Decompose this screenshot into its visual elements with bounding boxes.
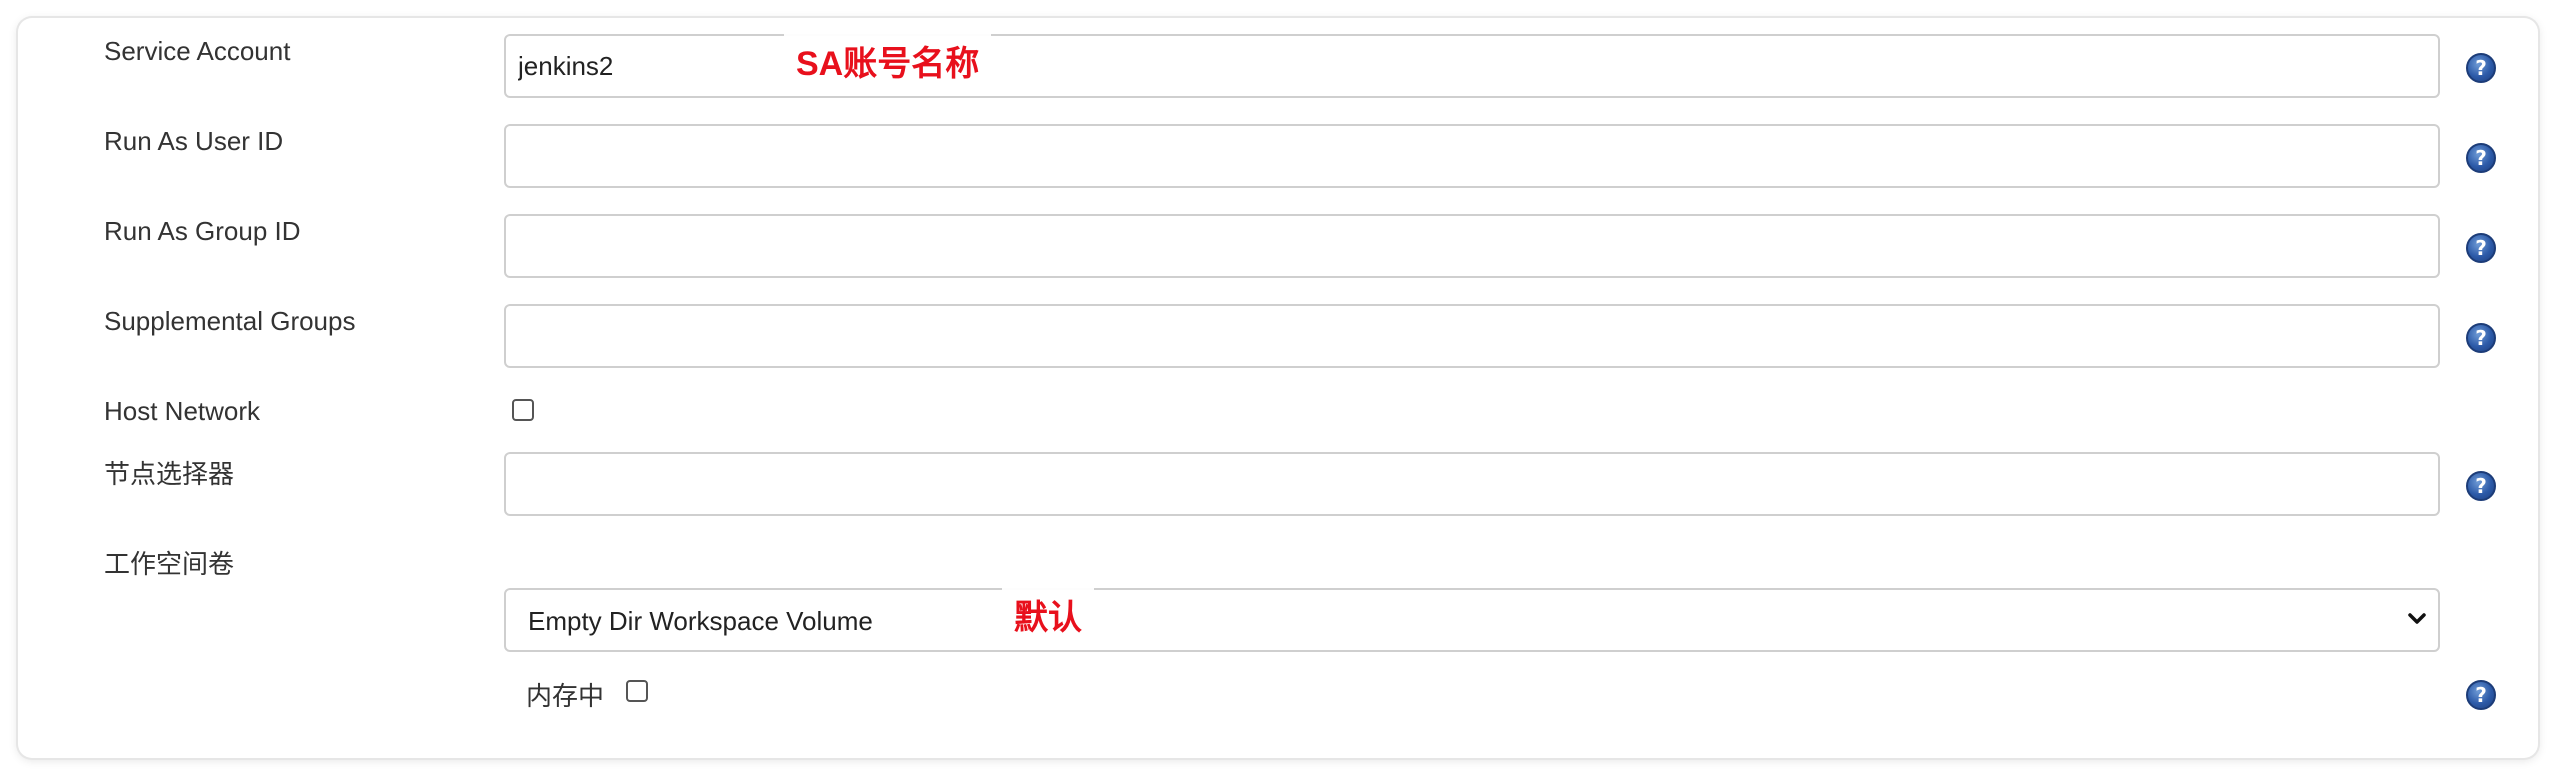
- settings-panel: Service Account SA账号名称 ? Run As User ID …: [18, 18, 2538, 758]
- run-as-user-id-input[interactable]: [504, 124, 2440, 188]
- in-memory-label: 内存中: [526, 681, 605, 711]
- service-account-annotation: SA账号名称: [784, 34, 992, 87]
- run-as-user-id-label: Run As User ID: [104, 126, 284, 156]
- supplemental-groups-label: Supplemental Groups: [104, 306, 356, 336]
- service-account-label: Service Account: [104, 36, 291, 66]
- help-icon[interactable]: ?: [2466, 471, 2496, 501]
- host-network-checkbox[interactable]: [512, 399, 534, 421]
- help-icon[interactable]: ?: [2466, 323, 2496, 353]
- help-icon[interactable]: ?: [2466, 680, 2496, 710]
- help-icon[interactable]: ?: [2466, 53, 2496, 83]
- supplemental-groups-input[interactable]: [504, 304, 2440, 368]
- workspace-volume-label: 工作空间卷: [104, 549, 235, 579]
- workspace-volume-annotation: 默认: [1002, 588, 1094, 641]
- run-as-group-id-label: Run As Group ID: [104, 216, 301, 246]
- host-network-label: Host Network: [104, 396, 261, 426]
- workspace-volume-select[interactable]: Empty Dir Workspace Volume: [504, 588, 2440, 652]
- help-icon[interactable]: ?: [2466, 233, 2496, 263]
- in-memory-checkbox[interactable]: [626, 680, 648, 702]
- run-as-group-id-input[interactable]: [504, 214, 2440, 278]
- chevron-down-icon: [2408, 613, 2426, 624]
- node-selector-label: 节点选择器: [104, 459, 235, 489]
- workspace-volume-selected: Empty Dir Workspace Volume: [528, 606, 873, 636]
- node-selector-input[interactable]: [504, 452, 2440, 516]
- help-icon[interactable]: ?: [2466, 143, 2496, 173]
